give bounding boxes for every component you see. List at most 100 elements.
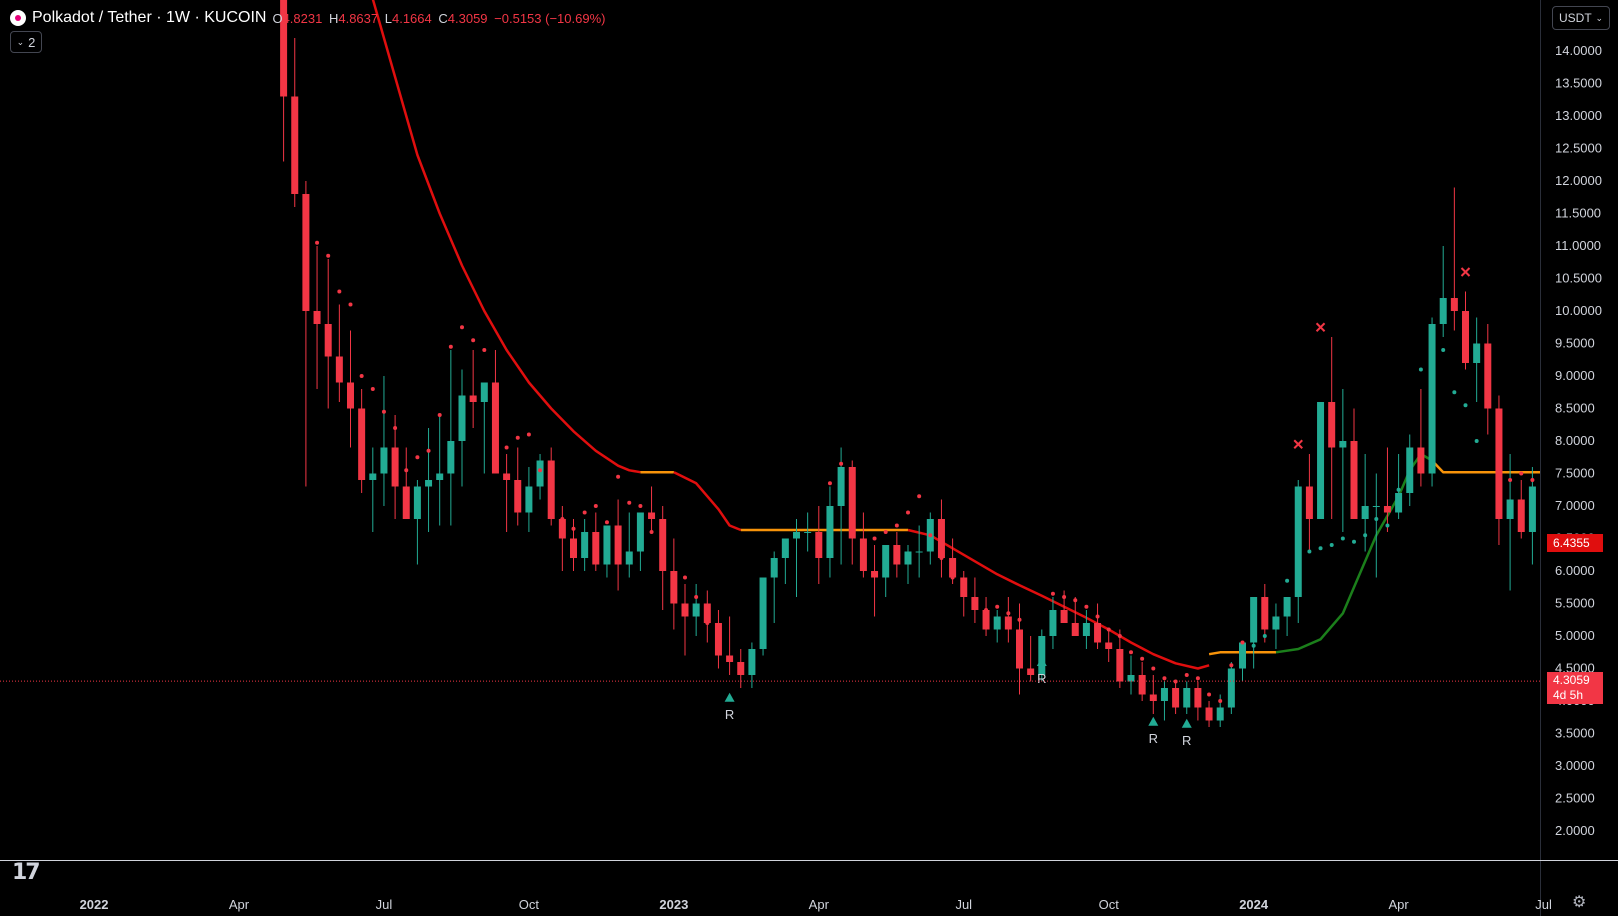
candle-body — [324, 324, 332, 357]
stop-dot-upper — [482, 348, 487, 352]
candle-body — [1216, 707, 1224, 721]
candle-body — [1160, 688, 1168, 701]
stop-dot-upper — [1207, 692, 1212, 697]
stop-dot-upper — [972, 604, 977, 609]
stop-dot-upper — [995, 604, 1000, 609]
candle-body — [558, 519, 566, 539]
polkadot-logo-icon — [10, 10, 26, 26]
candle-body — [804, 532, 812, 533]
candle-body — [525, 486, 533, 513]
stop-dot-upper — [1140, 656, 1145, 661]
candle-body — [1105, 642, 1113, 649]
stop-dot-upper — [1073, 598, 1078, 603]
stop-dot-upper — [1017, 617, 1022, 622]
ohlc-values: O4.8231 H4.8637 L4.1664 C4.3059 −0.5153 … — [272, 11, 608, 26]
candle-body — [1261, 597, 1269, 630]
candle-body — [514, 480, 522, 513]
candle-body — [536, 460, 544, 487]
y-tick-label: 6.0000 — [1555, 563, 1595, 578]
symbol-title[interactable]: Polkadot / Tether · 1W · KUCOIN — [32, 9, 266, 27]
stop-dot-upper — [504, 445, 509, 450]
candle-body — [603, 525, 611, 565]
stop-dot-upper — [359, 374, 364, 378]
chart-legend: Polkadot / Tether · 1W · KUCOIN O4.8231 … — [10, 7, 608, 29]
candle-body — [503, 473, 511, 480]
candle-body — [1038, 636, 1046, 675]
candle-body — [1094, 623, 1102, 643]
candle-body — [1417, 447, 1425, 474]
stop-dot-upper — [571, 526, 576, 531]
stop-dot-upper — [928, 533, 933, 538]
ma-line-down — [1599, 472, 1618, 542]
currency-select[interactable]: USDT ⌄ — [1552, 6, 1610, 30]
stop-dot-upper — [1195, 676, 1200, 681]
candle-body — [302, 194, 310, 311]
stop-dot-lower — [1430, 364, 1435, 369]
stop-dot-upper — [1542, 485, 1546, 489]
stop-dot-upper — [593, 504, 598, 508]
candle-body — [369, 473, 377, 480]
stop-dot-lower — [1374, 517, 1379, 521]
candle-body — [291, 96, 299, 194]
candle-body — [993, 616, 1001, 630]
candle-body — [1082, 623, 1090, 636]
stop-dot-upper — [1151, 666, 1156, 671]
x-tick-label: Apr — [1388, 897, 1409, 912]
candle-body — [1060, 610, 1068, 623]
stop-dot-lower — [1262, 634, 1267, 638]
candle-body — [447, 441, 455, 474]
stop-dot-upper — [460, 325, 464, 330]
indicators-toggle-button[interactable]: ⌄ 2 — [10, 31, 42, 53]
stop-dot-upper — [471, 338, 476, 343]
candle-body — [826, 506, 834, 558]
stop-dot-upper — [1117, 634, 1122, 638]
stop-dot-upper — [437, 413, 442, 417]
stop-dot-upper — [1062, 595, 1067, 599]
stop-dot-upper — [660, 559, 665, 564]
gear-icon[interactable]: ⚙ — [1572, 892, 1586, 912]
candle-body — [759, 577, 767, 649]
stop-dot-lower — [1329, 543, 1334, 547]
change-value: −0.5153 (−10.69%) — [494, 10, 606, 26]
stop-dot-upper — [1184, 673, 1189, 677]
candle-body — [335, 356, 343, 383]
y-tick-label: 12.0000 — [1555, 173, 1602, 188]
stop-dot-lower — [1396, 487, 1401, 492]
candle-body — [648, 512, 656, 519]
stop-dot-upper — [1586, 517, 1590, 521]
stop-dot-upper — [1162, 676, 1167, 681]
candle-body — [848, 467, 856, 539]
stop-dot-upper — [883, 530, 888, 534]
buy-signal-label: R — [725, 707, 734, 722]
stop-dot-upper — [839, 461, 844, 466]
stop-dot-upper — [950, 575, 955, 580]
stop-dot-lower — [1418, 367, 1423, 372]
stop-dot-upper — [1050, 591, 1055, 596]
tradingview-logo[interactable]: 17 — [12, 860, 41, 885]
candle-body — [1004, 616, 1012, 630]
y-tick-label: 13.0000 — [1555, 108, 1602, 123]
price-chart[interactable]: R R R R 14.0000 13.5000 13.0000 12.5000 12.0000 1… — [0, 0, 1618, 916]
stop-dot-upper — [448, 344, 453, 349]
stop-dot-lower — [1340, 536, 1345, 541]
candle-body — [347, 382, 354, 409]
candle-body — [358, 408, 366, 480]
candle-body — [1127, 675, 1135, 682]
candle-body — [1450, 298, 1458, 311]
low-label: L — [384, 10, 392, 26]
stop-dot-lower — [1352, 539, 1356, 544]
stop-dot-lower — [1385, 523, 1390, 528]
stop-dot-upper — [827, 481, 832, 486]
last-price-value: 4.3059 — [1553, 673, 1590, 688]
candle-body — [1250, 597, 1258, 643]
candle-body — [1428, 324, 1436, 474]
candle-body — [1205, 707, 1213, 721]
y-tick-label: 5.0000 — [1555, 628, 1595, 643]
candle-body — [1383, 506, 1391, 513]
candle-body — [592, 532, 600, 565]
stop-dot-upper — [404, 468, 409, 473]
y-tick-label: 9.0000 — [1555, 368, 1595, 383]
candle-body — [1049, 610, 1057, 636]
stop-dot-lower — [1474, 439, 1479, 443]
stop-dot-upper — [370, 387, 375, 391]
